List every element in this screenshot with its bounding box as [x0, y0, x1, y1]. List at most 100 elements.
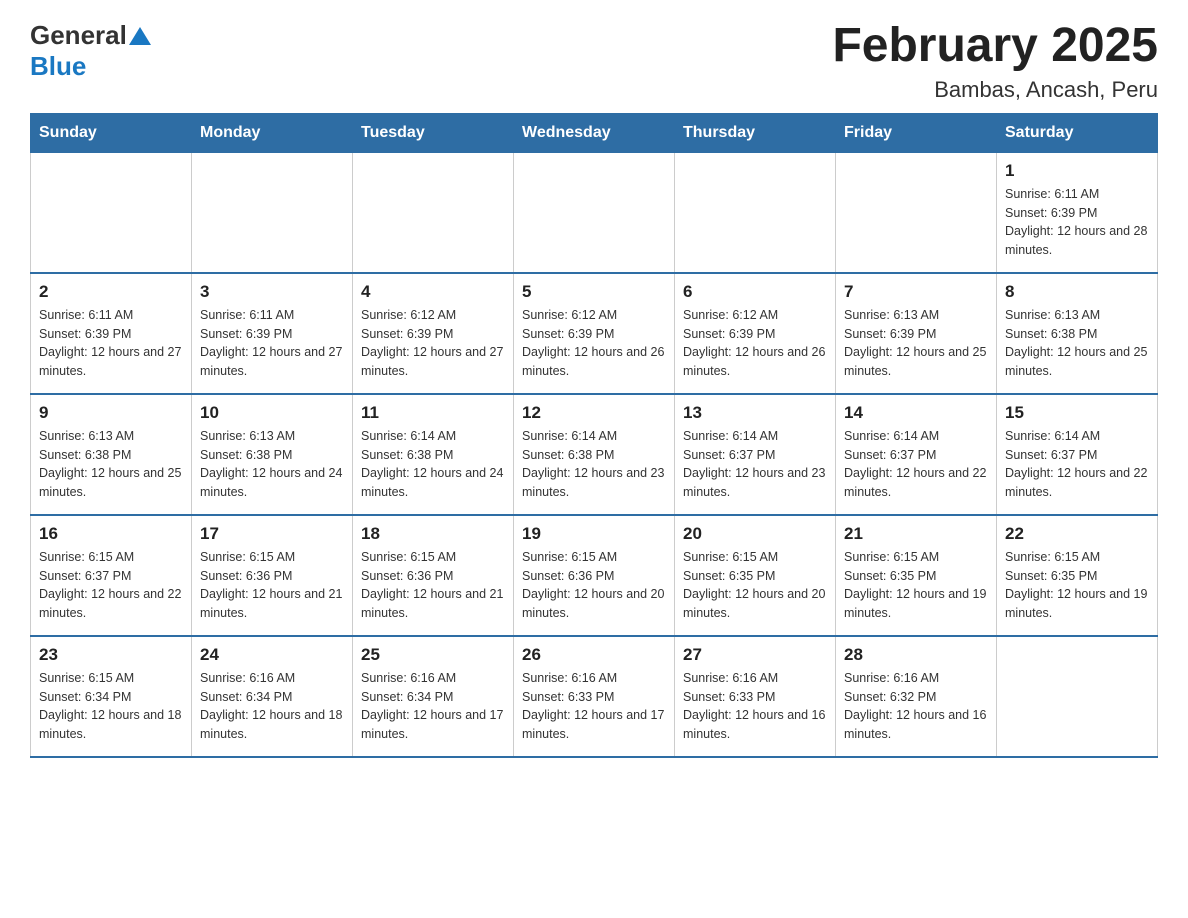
- calendar-cell: 23 Sunrise: 6:15 AMSunset: 6:34 PMDayligh…: [31, 636, 192, 757]
- day-number: 8: [1005, 282, 1149, 302]
- calendar-cell: 18 Sunrise: 6:15 AMSunset: 6:36 PMDayligh…: [353, 515, 514, 636]
- calendar-cell: 27 Sunrise: 6:16 AMSunset: 6:33 PMDayligh…: [675, 636, 836, 757]
- day-info: Sunrise: 6:13 AMSunset: 6:38 PMDaylight:…: [39, 427, 183, 502]
- logo-triangle-icon: [129, 25, 151, 47]
- day-number: 11: [361, 403, 505, 423]
- day-info: Sunrise: 6:15 AMSunset: 6:36 PMDaylight:…: [200, 548, 344, 623]
- calendar-cell: 13 Sunrise: 6:14 AMSunset: 6:37 PMDayligh…: [675, 394, 836, 515]
- day-info: Sunrise: 6:12 AMSunset: 6:39 PMDaylight:…: [522, 306, 666, 381]
- calendar-cell: 6Sunrise: 6:12 AMSunset: 6:39 PMDaylight…: [675, 273, 836, 394]
- calendar-header-row: SundayMondayTuesdayWednesdayThursdayFrid…: [31, 113, 1158, 152]
- day-number: 1: [1005, 161, 1149, 181]
- calendar-cell: 12 Sunrise: 6:14 AMSunset: 6:38 PMDayligh…: [514, 394, 675, 515]
- calendar-cell: 14 Sunrise: 6:14 AMSunset: 6:37 PMDayligh…: [836, 394, 997, 515]
- day-info: Sunrise: 6:14 AMSunset: 6:37 PMDaylight:…: [844, 427, 988, 502]
- day-info: Sunrise: 6:12 AMSunset: 6:39 PMDaylight:…: [683, 306, 827, 381]
- calendar-cell: 7Sunrise: 6:13 AMSunset: 6:39 PMDaylight…: [836, 273, 997, 394]
- calendar-header-wednesday: Wednesday: [514, 113, 675, 152]
- calendar-cell: 25Sunrise: 6:16 AMSunset: 6:34 PMDayligh…: [353, 636, 514, 757]
- calendar-cell: 28 Sunrise: 6:16 AMSunset: 6:32 PMDayligh…: [836, 636, 997, 757]
- calendar-cell: 1 Sunrise: 6:11 AMSunset: 6:39 PMDaylight…: [997, 152, 1158, 273]
- day-number: 13: [683, 403, 827, 423]
- calendar-cell: 22 Sunrise: 6:15 AMSunset: 6:35 PMDayligh…: [997, 515, 1158, 636]
- day-info: Sunrise: 6:15 AMSunset: 6:34 PMDaylight:…: [39, 669, 183, 744]
- day-info: Sunrise: 6:12 AMSunset: 6:39 PMDaylight:…: [361, 306, 505, 381]
- day-number: 15: [1005, 403, 1149, 423]
- day-number: 9: [39, 403, 183, 423]
- title-section: February 2025 Bambas, Ancash, Peru: [832, 20, 1158, 103]
- day-number: 3: [200, 282, 344, 302]
- calendar-cell: 10 Sunrise: 6:13 AMSunset: 6:38 PMDayligh…: [192, 394, 353, 515]
- calendar-cell: [353, 152, 514, 273]
- day-number: 10: [200, 403, 344, 423]
- calendar-cell: 19 Sunrise: 6:15 AMSunset: 6:36 PMDayligh…: [514, 515, 675, 636]
- day-number: 7: [844, 282, 988, 302]
- calendar-cell: [997, 636, 1158, 757]
- day-number: 25: [361, 645, 505, 665]
- day-number: 17: [200, 524, 344, 544]
- calendar-table: SundayMondayTuesdayWednesdayThursdayFrid…: [30, 113, 1158, 758]
- day-info: Sunrise: 6:16 AMSunset: 6:33 PMDaylight:…: [683, 669, 827, 744]
- day-info: Sunrise: 6:14 AMSunset: 6:38 PMDaylight:…: [361, 427, 505, 502]
- calendar-cell: 9 Sunrise: 6:13 AMSunset: 6:38 PMDaylight…: [31, 394, 192, 515]
- calendar-header-friday: Friday: [836, 113, 997, 152]
- calendar-cell: 2Sunrise: 6:11 AMSunset: 6:39 PMDaylight…: [31, 273, 192, 394]
- day-info: Sunrise: 6:15 AMSunset: 6:35 PMDaylight:…: [683, 548, 827, 623]
- calendar-cell: [836, 152, 997, 273]
- day-info: Sunrise: 6:13 AMSunset: 6:38 PMDaylight:…: [1005, 306, 1149, 381]
- day-number: 26: [522, 645, 666, 665]
- day-number: 28: [844, 645, 988, 665]
- day-info: Sunrise: 6:15 AMSunset: 6:35 PMDaylight:…: [844, 548, 988, 623]
- day-info: Sunrise: 6:16 AMSunset: 6:34 PMDaylight:…: [200, 669, 344, 744]
- calendar-header-tuesday: Tuesday: [353, 113, 514, 152]
- calendar-cell: [514, 152, 675, 273]
- day-info: Sunrise: 6:16 AMSunset: 6:32 PMDaylight:…: [844, 669, 988, 744]
- calendar-cell: 4 Sunrise: 6:12 AMSunset: 6:39 PMDaylight…: [353, 273, 514, 394]
- calendar-cell: [192, 152, 353, 273]
- calendar-week-row-3: 9 Sunrise: 6:13 AMSunset: 6:38 PMDaylight…: [31, 394, 1158, 515]
- day-number: 24: [200, 645, 344, 665]
- day-info: Sunrise: 6:14 AMSunset: 6:37 PMDaylight:…: [1005, 427, 1149, 502]
- day-number: 20: [683, 524, 827, 544]
- calendar-week-row-1: 1 Sunrise: 6:11 AMSunset: 6:39 PMDaylight…: [31, 152, 1158, 273]
- day-info: Sunrise: 6:15 AMSunset: 6:36 PMDaylight:…: [361, 548, 505, 623]
- day-number: 2: [39, 282, 183, 302]
- day-number: 16: [39, 524, 183, 544]
- day-number: 4: [361, 282, 505, 302]
- day-info: Sunrise: 6:13 AMSunset: 6:38 PMDaylight:…: [200, 427, 344, 502]
- logo: General Blue: [30, 20, 151, 82]
- day-info: Sunrise: 6:15 AMSunset: 6:36 PMDaylight:…: [522, 548, 666, 623]
- calendar-cell: 15 Sunrise: 6:14 AMSunset: 6:37 PMDayligh…: [997, 394, 1158, 515]
- day-info: Sunrise: 6:14 AMSunset: 6:37 PMDaylight:…: [683, 427, 827, 502]
- calendar-header-sunday: Sunday: [31, 113, 192, 152]
- logo-general-text: General: [30, 20, 127, 51]
- day-number: 14: [844, 403, 988, 423]
- day-number: 27: [683, 645, 827, 665]
- day-number: 23: [39, 645, 183, 665]
- day-info: Sunrise: 6:11 AMSunset: 6:39 PMDaylight:…: [1005, 185, 1149, 260]
- calendar-header-monday: Monday: [192, 113, 353, 152]
- calendar-header-saturday: Saturday: [997, 113, 1158, 152]
- calendar-cell: 20 Sunrise: 6:15 AMSunset: 6:35 PMDayligh…: [675, 515, 836, 636]
- calendar-cell: 8 Sunrise: 6:13 AMSunset: 6:38 PMDaylight…: [997, 273, 1158, 394]
- day-number: 12: [522, 403, 666, 423]
- day-number: 5: [522, 282, 666, 302]
- calendar-cell: 11 Sunrise: 6:14 AMSunset: 6:38 PMDayligh…: [353, 394, 514, 515]
- calendar-week-row-4: 16 Sunrise: 6:15 AMSunset: 6:37 PMDayligh…: [31, 515, 1158, 636]
- logo-blue-text: Blue: [30, 51, 86, 81]
- day-info: Sunrise: 6:15 AMSunset: 6:37 PMDaylight:…: [39, 548, 183, 623]
- location-title: Bambas, Ancash, Peru: [832, 77, 1158, 103]
- calendar-cell: 16 Sunrise: 6:15 AMSunset: 6:37 PMDayligh…: [31, 515, 192, 636]
- calendar-cell: 24 Sunrise: 6:16 AMSunset: 6:34 PMDayligh…: [192, 636, 353, 757]
- day-number: 22: [1005, 524, 1149, 544]
- day-number: 18: [361, 524, 505, 544]
- calendar-cell: [675, 152, 836, 273]
- day-number: 19: [522, 524, 666, 544]
- day-info: Sunrise: 6:15 AMSunset: 6:35 PMDaylight:…: [1005, 548, 1149, 623]
- day-info: Sunrise: 6:11 AMSunset: 6:39 PMDaylight:…: [200, 306, 344, 381]
- month-title: February 2025: [832, 20, 1158, 73]
- calendar-cell: 26Sunrise: 6:16 AMSunset: 6:33 PMDayligh…: [514, 636, 675, 757]
- day-info: Sunrise: 6:14 AMSunset: 6:38 PMDaylight:…: [522, 427, 666, 502]
- calendar-header-thursday: Thursday: [675, 113, 836, 152]
- calendar-cell: [31, 152, 192, 273]
